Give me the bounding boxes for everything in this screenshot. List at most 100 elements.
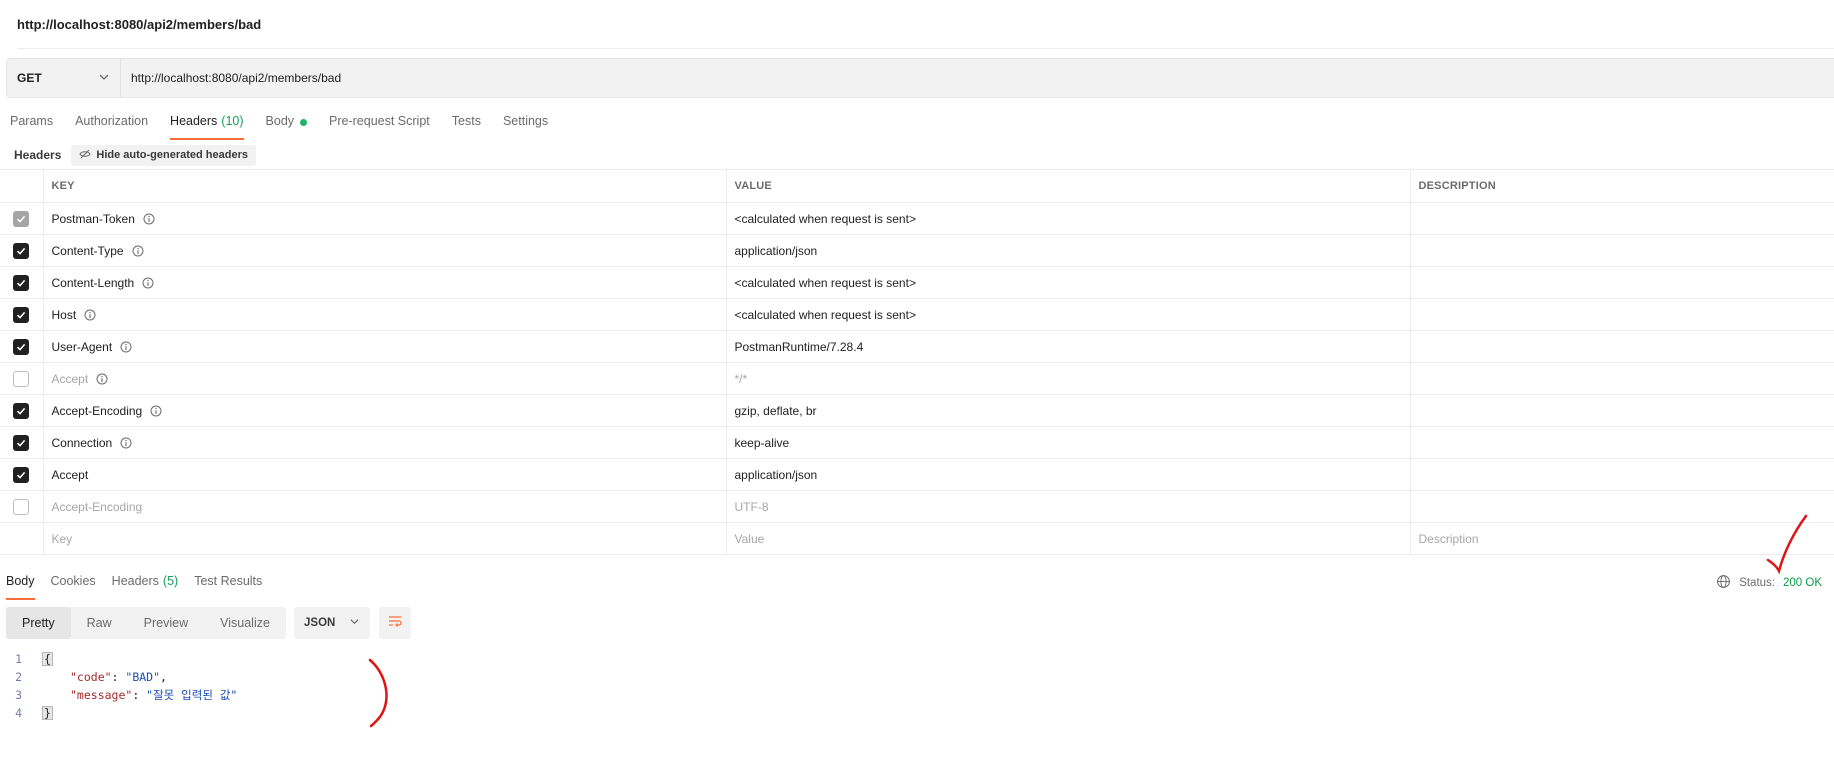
tab-body[interactable]: Body [266,108,308,140]
table-row: Postman-Token <calculated when request is… [0,202,1834,235]
response-headers-count: (5) [162,574,179,588]
url-bar: GET http://localhost:8080/api2/members/b… [6,58,1834,98]
url-input[interactable]: http://localhost:8080/api2/members/bad [121,71,341,85]
header-description-cell[interactable] [1409,330,1834,363]
info-icon[interactable] [142,277,154,289]
new-key-input[interactable]: Key [42,522,727,555]
row-checkbox-cell [0,394,44,427]
header-value-cell[interactable]: <calculated when request is sent> [725,298,1411,331]
format-select[interactable]: JSON [294,607,370,639]
method-select[interactable]: GET [7,59,121,97]
headers-section-label: Headers [14,148,62,162]
new-description-input[interactable]: Description [1409,522,1834,555]
header-key: Accept-Encoding [51,499,143,514]
header-key-cell[interactable]: Connection [42,426,727,459]
response-body-code: 1 { 2 "code": "BAD", 3 "message": "잘못 입력… [0,650,237,722]
row-checkbox-cell [0,266,44,299]
headers-toolbar: Headers Hide auto-generated headers [14,144,256,166]
json-value-code: "BAD" [125,670,161,684]
row-checkbox[interactable] [13,466,30,483]
row-checkbox-cell [0,202,44,235]
response-tab-body[interactable]: Body [6,568,35,600]
info-icon[interactable] [96,373,108,385]
row-checkbox[interactable] [13,402,30,419]
table-header-row: KEY VALUE DESCRIPTION [0,169,1834,203]
view-visualize[interactable]: Visualize [204,607,286,639]
info-icon[interactable] [150,405,162,417]
line-number: 1 [15,652,22,666]
view-pretty[interactable]: Pretty [6,607,71,639]
column-key: KEY [42,169,727,203]
header-key-cell[interactable]: Content-Length [42,266,727,299]
response-tab-cookies[interactable]: Cookies [51,568,96,600]
row-checkbox[interactable] [13,370,30,387]
row-checkbox[interactable] [13,498,30,515]
response-tab-headers[interactable]: Headers (5) [112,568,179,600]
row-checkbox[interactable] [13,338,30,355]
header-key-cell[interactable]: Accept-Encoding [42,490,727,523]
tab-params[interactable]: Params [10,108,53,140]
header-value-cell[interactable]: gzip, deflate, br [725,394,1411,427]
tab-prerequest-script[interactable]: Pre-request Script [329,108,430,140]
header-value-cell[interactable]: keep-alive [725,426,1411,459]
header-key-cell[interactable]: Postman-Token [42,202,727,235]
header-key-cell[interactable]: User-Agent [42,330,727,363]
header-value-cell[interactable]: <calculated when request is sent> [725,202,1411,235]
tab-label: Settings [502,114,549,128]
row-checkbox[interactable] [13,306,30,323]
hide-auto-headers-button[interactable]: Hide auto-generated headers [71,144,256,166]
tab-tests[interactable]: Tests [452,108,481,140]
tab-label: Params [10,114,54,128]
header-key: Connection [51,435,113,450]
chevron-down-icon [349,616,360,630]
header-value-cell[interactable]: UTF-8 [725,490,1411,523]
header-key-cell[interactable]: Host [42,298,727,331]
tab-headers[interactable]: Headers (10) [170,108,245,140]
wrap-lines-button[interactable] [379,607,411,639]
status-value[interactable]: 200 OK [1783,577,1822,589]
row-checkbox-cell [0,330,44,363]
table-row: Accept-Encoding UTF-8 [0,490,1834,523]
info-icon[interactable] [120,437,132,449]
header-description-cell[interactable] [1409,234,1834,267]
new-value-input[interactable]: Value [725,522,1411,555]
response-tab-test-results[interactable]: Test Results [194,568,262,600]
header-description-cell[interactable] [1409,298,1834,331]
tab-authorization[interactable]: Authorization [75,108,148,140]
row-checkbox[interactable] [13,274,30,291]
tab-settings[interactable]: Settings [503,108,548,140]
row-checkbox[interactable] [13,434,30,451]
header-value-cell[interactable]: PostmanRuntime/7.28.4 [725,330,1411,363]
view-raw[interactable]: Raw [71,607,128,639]
header-key-cell[interactable]: Content-Type [42,234,727,267]
annotation-bracket [368,658,388,728]
header-value-cell[interactable]: <calculated when request is sent> [725,266,1411,299]
header-description-cell[interactable] [1409,426,1834,459]
view-preview[interactable]: Preview [128,607,204,639]
info-icon[interactable] [143,213,155,225]
header-value-cell[interactable]: application/json [725,234,1411,267]
header-description-cell[interactable] [1409,490,1834,523]
table-row: Content-Type application/json [0,234,1834,267]
header-description-cell[interactable] [1409,458,1834,491]
header-description-cell[interactable] [1409,394,1834,427]
fold-brace-open[interactable]: { [42,652,53,666]
info-icon[interactable] [120,341,132,353]
info-icon[interactable] [132,245,144,257]
json-key-message: "message" [70,688,133,702]
header-description-cell[interactable] [1409,202,1834,235]
response-tabs: Body Cookies Headers (5) Test Results [6,568,278,600]
header-description-cell[interactable] [1409,362,1834,395]
header-key: Accept-Encoding [51,403,143,418]
header-value-cell[interactable]: */* [725,362,1411,395]
info-icon[interactable] [84,309,96,321]
fold-brace-close[interactable]: } [42,706,53,720]
header-key-cell[interactable]: Accept [42,458,727,491]
header-description-cell[interactable] [1409,266,1834,299]
header-key-cell[interactable]: Accept [42,362,727,395]
header-key-cell[interactable]: Accept-Encoding [42,394,727,427]
header-value-cell[interactable]: application/json [725,458,1411,491]
tab-label: Test Results [194,574,263,588]
globe-icon[interactable] [1716,574,1731,592]
row-checkbox[interactable] [13,242,30,259]
